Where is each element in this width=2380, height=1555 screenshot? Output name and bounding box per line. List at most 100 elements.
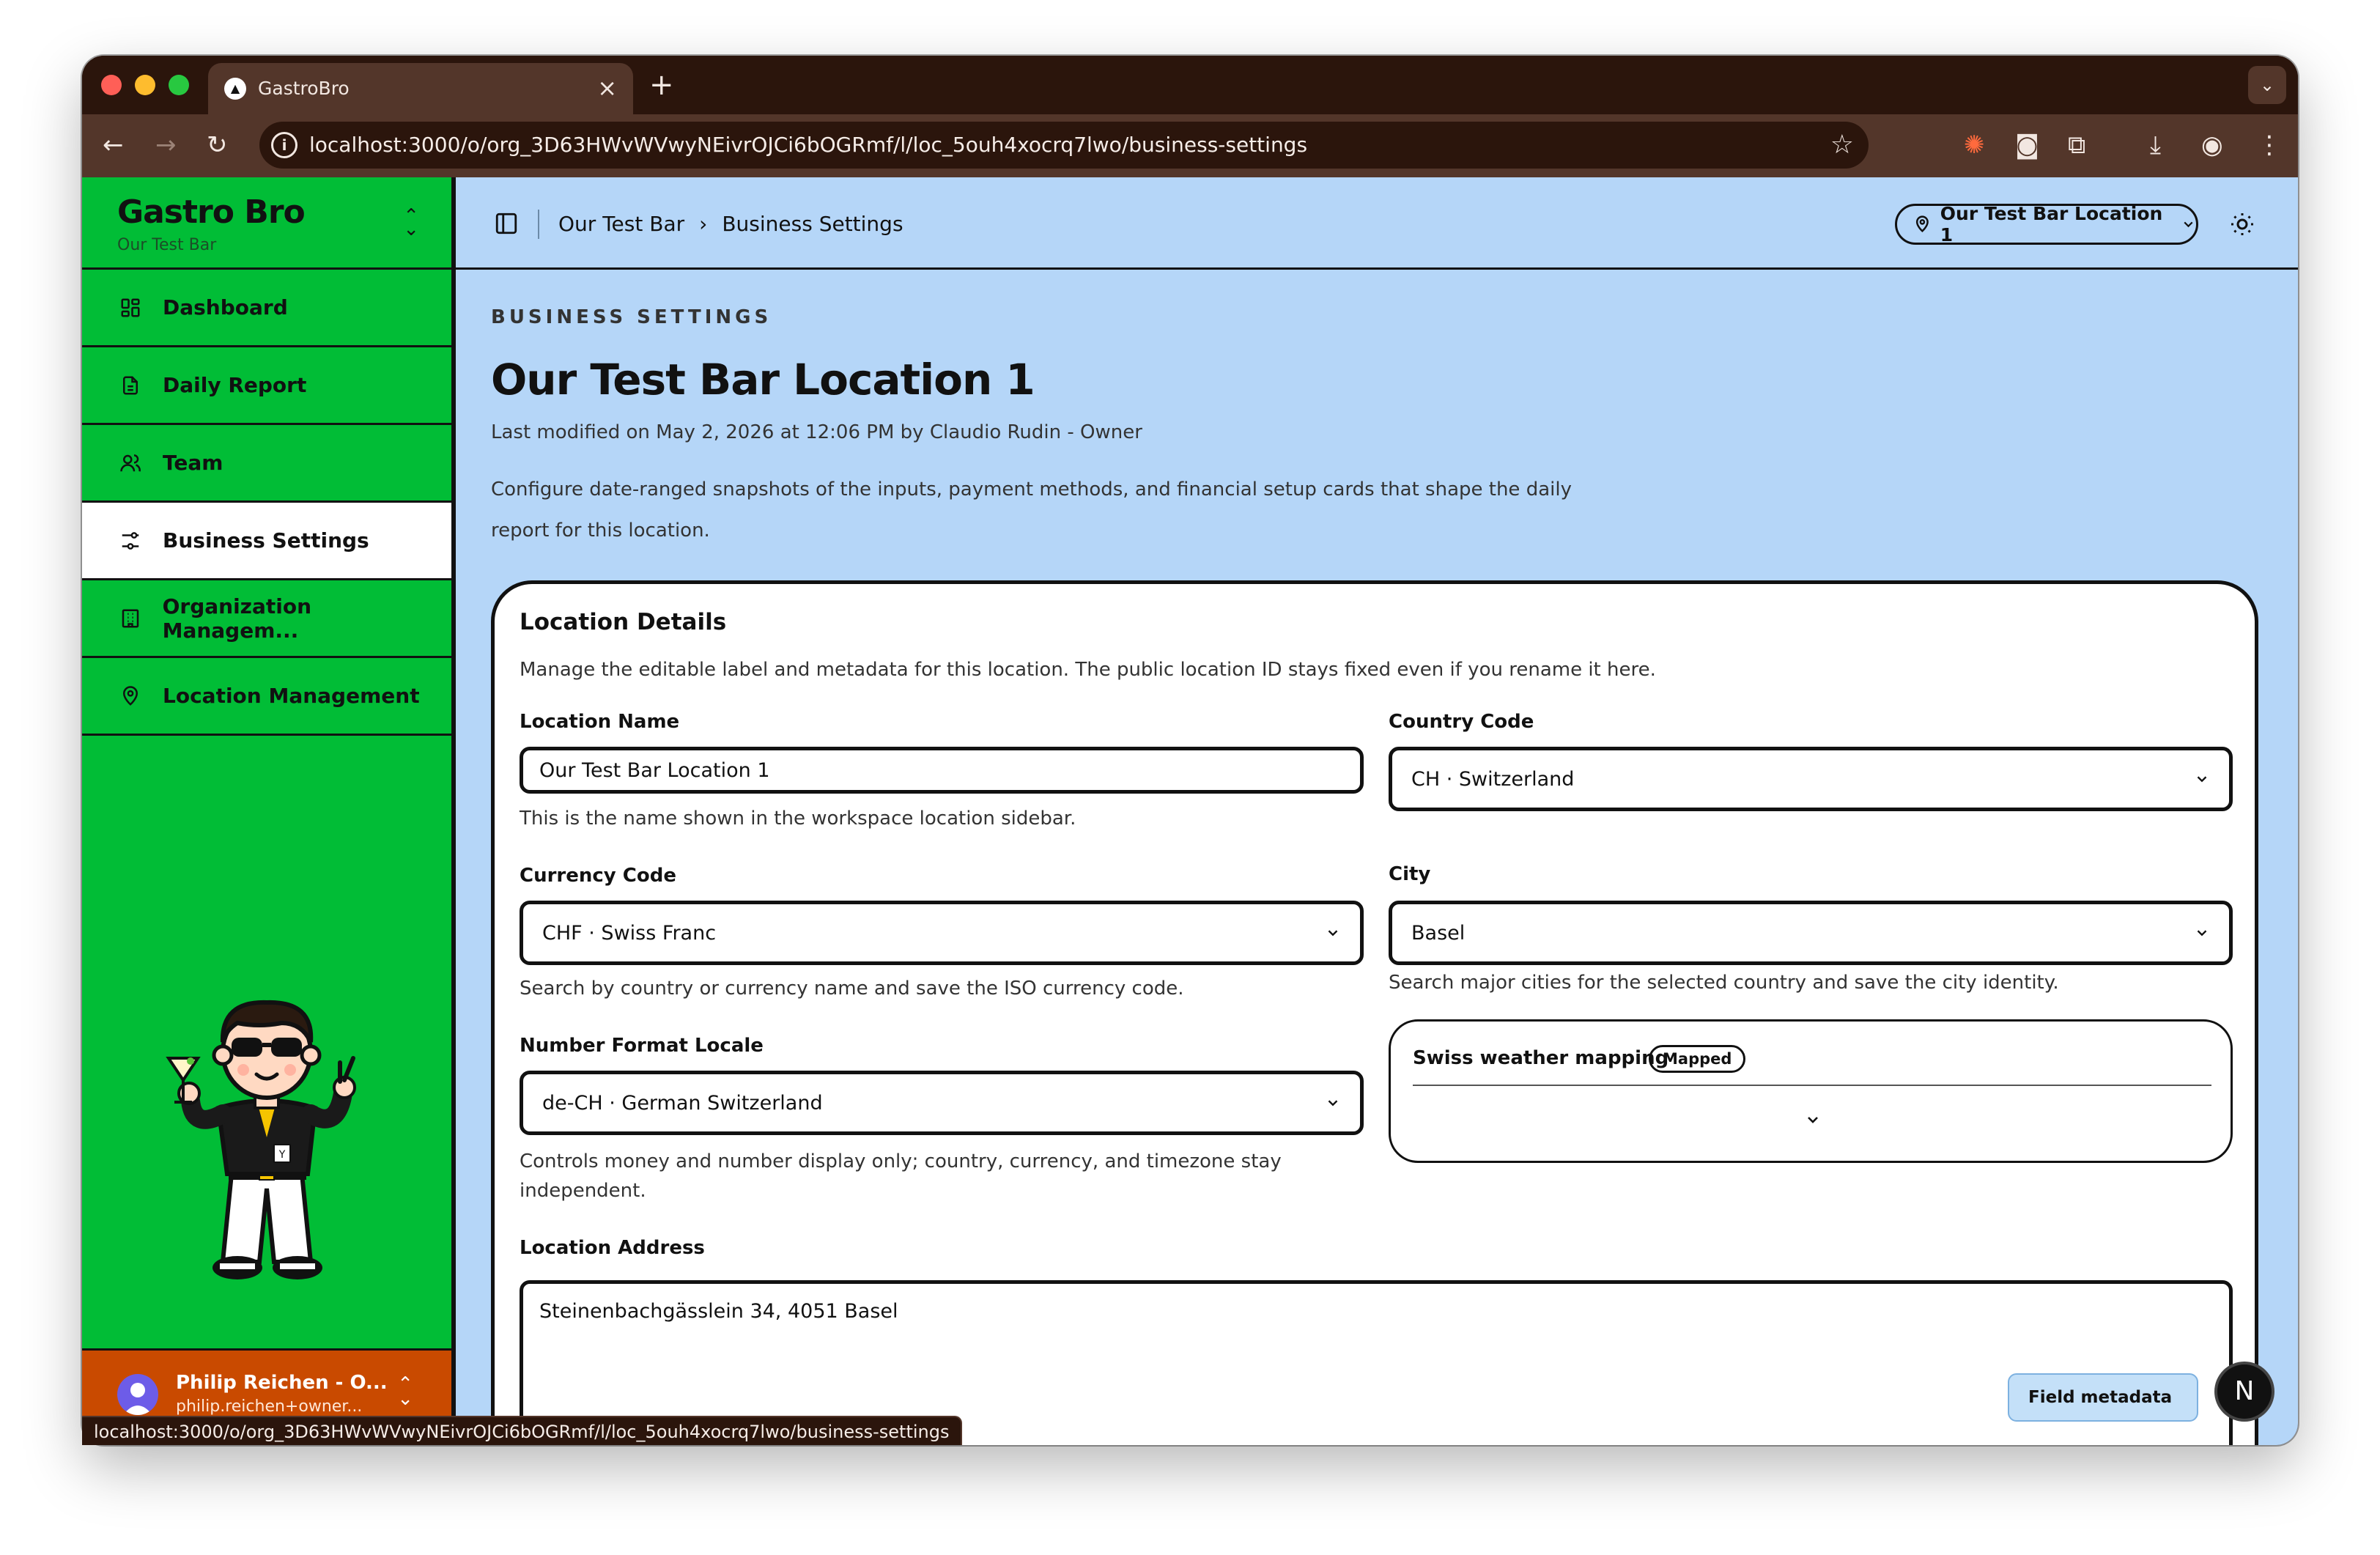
- maximize-window-button[interactable]: [169, 75, 189, 95]
- back-arrow-icon[interactable]: ←: [103, 129, 124, 161]
- city-help: Search major cities for the selected cou…: [1389, 972, 2059, 994]
- field-metadata-button[interactable]: Field metadata: [2008, 1373, 2198, 1422]
- last-modified: Last modified on May 2, 2026 at 12:06 PM…: [491, 421, 1142, 443]
- location-selector[interactable]: Our Test Bar Location 1: [1895, 203, 2198, 245]
- location-details-card: Location Details Manage the editable lab…: [491, 580, 2258, 1445]
- location-selector-label: Our Test Bar Location 1: [1940, 203, 2163, 245]
- sidebar-item-organization-management[interactable]: Organization Managem...: [82, 580, 451, 658]
- profile-icon[interactable]: ◉: [2201, 129, 2223, 161]
- grid-icon: [117, 295, 144, 321]
- top-bar: Our Test Bar › Business Settings Our Tes…: [456, 177, 2298, 270]
- browser-toolbar: ← → ↻ i localhost:3000/o/org_3D63HWvWVwy…: [82, 114, 2298, 177]
- nextjs-dev-indicator[interactable]: N: [2217, 1364, 2272, 1419]
- page-description: Configure date-ranged snapshots of the i…: [491, 479, 1572, 542]
- page-eyebrow: BUSINESS SETTINGS: [491, 306, 772, 328]
- browser-window: ▲ GastroBro × + ⌄ ← → ↻ i localhost:3000…: [82, 56, 2298, 1445]
- location-name-help: This is the name shown in the workspace …: [520, 808, 1076, 830]
- card-subtitle: Manage the editable label and metadata f…: [520, 659, 1656, 681]
- page-title: Our Test Bar Location 1: [491, 355, 1035, 405]
- location-name-input[interactable]: Our Test Bar Location 1: [520, 747, 1364, 794]
- divider: [538, 210, 539, 239]
- breadcrumb-current: Business Settings: [722, 212, 903, 236]
- building-icon: [117, 605, 144, 632]
- country-code-value: CH · Switzerland: [1411, 767, 1575, 791]
- brand-name: Gastro Bro: [117, 193, 306, 231]
- currency-code-help: Search by country or currency name and s…: [520, 978, 1184, 1000]
- chevron-up-down-icon[interactable]: ⌃ ⌄: [397, 1375, 413, 1408]
- mascot-illustration: Y: [166, 1000, 356, 1279]
- extension-spark-icon[interactable]: ✺: [1964, 129, 1985, 161]
- new-tab-button[interactable]: +: [649, 69, 674, 101]
- extensions-puzzle-icon[interactable]: ⧉: [2068, 129, 2085, 161]
- download-icon[interactable]: ⤓: [2150, 129, 2161, 161]
- breadcrumb-org[interactable]: Our Test Bar: [558, 210, 684, 239]
- chevron-down-icon: [1328, 1100, 1338, 1107]
- country-code-label: Country Code: [1389, 711, 1534, 733]
- chevron-down-icon: [2184, 221, 2193, 228]
- card-title: Location Details: [520, 609, 727, 635]
- main-area: Our Test Bar › Business Settings Our Tes…: [456, 177, 2298, 1445]
- chevron-up-down-icon[interactable]: ⌃ ⌄: [403, 207, 419, 239]
- camera-icon[interactable]: ◙: [2015, 129, 2039, 161]
- link-status-bar: localhost:3000/o/org_3D63HWvWVwyNEivrOJC…: [82, 1416, 963, 1445]
- browser-tab[interactable]: ▲ GastroBro ×: [208, 63, 633, 114]
- sun-icon[interactable]: [2229, 211, 2255, 237]
- svg-text:Y: Y: [278, 1149, 286, 1161]
- org-name: Our Test Bar: [117, 236, 217, 254]
- org-switcher[interactable]: Gastro Bro Our Test Bar ⌃ ⌄: [82, 177, 451, 270]
- weather-mapping-panel: Swiss weather mapping Mapped: [1389, 1019, 2233, 1163]
- site-info-icon[interactable]: i: [271, 132, 298, 158]
- app-root: Gastro Bro Our Test Bar ⌃ ⌄ Dashboard Dai…: [82, 177, 2298, 1445]
- chevron-right-icon: ›: [699, 212, 708, 236]
- number-format-label: Number Format Locale: [520, 1035, 764, 1057]
- sidebar-item-team[interactable]: Team: [82, 425, 451, 503]
- chevron-down-icon: [1328, 930, 1338, 937]
- sidebar-item-business-settings[interactable]: Business Settings: [82, 503, 451, 580]
- minimize-window-button[interactable]: [135, 75, 155, 95]
- city-value: Basel: [1411, 921, 1466, 945]
- reload-icon[interactable]: ↻: [207, 129, 228, 161]
- document-icon: [117, 372, 144, 399]
- bookmark-star-icon[interactable]: ☆: [1830, 129, 1854, 161]
- address-bar[interactable]: i localhost:3000/o/org_3D63HWvWVwyNEivrO…: [259, 122, 1869, 169]
- sidebar-item-daily-report[interactable]: Daily Report: [82, 347, 451, 425]
- sidebar-item-label: Location Management: [163, 684, 420, 708]
- location-name-label: Location Name: [520, 711, 680, 733]
- sidebar-item-label: Team: [163, 451, 223, 475]
- status-badge: Mapped: [1649, 1045, 1746, 1073]
- currency-code-select[interactable]: CHF · Swiss Franc: [520, 901, 1364, 965]
- sidebar: Gastro Bro Our Test Bar ⌃ ⌄ Dashboard Dai…: [82, 177, 456, 1445]
- number-format-value: de-CH · German Switzerland: [542, 1091, 823, 1115]
- sidebar-nav: Dashboard Daily Report Team Business Set…: [82, 270, 451, 736]
- forward-arrow-icon[interactable]: →: [155, 129, 177, 161]
- tab-title: GastroBro: [258, 78, 350, 99]
- sidebar-item-label: Organization Managem...: [162, 594, 312, 643]
- avatar: [117, 1374, 158, 1415]
- breadcrumb: Our Test Bar › Business Settings: [558, 210, 903, 239]
- users-icon: [117, 450, 144, 476]
- url-text[interactable]: localhost:3000/o/org_3D63HWvWVwyNEivrOJC…: [309, 132, 1307, 158]
- city-label: City: [1389, 863, 1431, 885]
- number-format-help: Controls money and number display only; …: [520, 1150, 1282, 1202]
- divider: [1413, 1085, 2211, 1086]
- country-code-select[interactable]: CH · Switzerland: [1389, 747, 2233, 811]
- map-pin-icon: [1915, 215, 1929, 232]
- user-email: philip.reichen+owner...: [176, 1397, 363, 1416]
- tab-search-button[interactable]: ⌄: [2248, 66, 2286, 104]
- user-name: Philip Reichen - O...: [176, 1372, 388, 1394]
- sidebar-item-location-management[interactable]: Location Management: [82, 658, 451, 736]
- favicon-icon: ▲: [224, 78, 246, 100]
- number-format-select[interactable]: de-CH · German Switzerland: [520, 1071, 1364, 1135]
- browser-menu-icon[interactable]: ⋮: [2257, 129, 2282, 161]
- close-window-button[interactable]: [101, 75, 122, 95]
- tab-close-button[interactable]: ×: [597, 75, 617, 101]
- sliders-icon: [117, 528, 144, 554]
- city-select[interactable]: Basel: [1389, 901, 2233, 965]
- sidebar-item-dashboard[interactable]: Dashboard: [82, 270, 451, 347]
- sidebar-toggle-icon[interactable]: [494, 211, 519, 236]
- chevron-down-icon[interactable]: [1804, 1111, 1822, 1129]
- sidebar-item-label: Dashboard: [163, 295, 288, 320]
- chevron-down-icon: [2197, 930, 2207, 937]
- currency-code-value: CHF · Swiss Franc: [542, 921, 717, 945]
- map-pin-icon: [117, 683, 144, 709]
